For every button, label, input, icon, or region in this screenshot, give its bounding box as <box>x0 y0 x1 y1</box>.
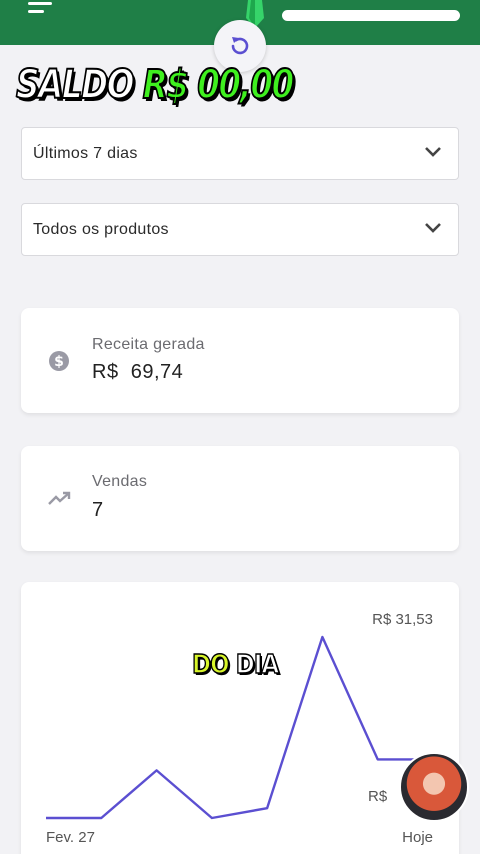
creator-avatar <box>399 752 469 822</box>
baseline-value-label: R$ <box>368 788 388 805</box>
sales-value: 7 <box>92 499 104 521</box>
menu-icon[interactable] <box>28 0 54 18</box>
refresh-icon <box>231 37 249 55</box>
svg-text:$: $ <box>54 354 64 370</box>
caption-part-1: DO <box>191 649 230 681</box>
trending-up-icon <box>48 491 71 505</box>
revenue-label: Receita gerada <box>92 336 205 353</box>
x-axis-start-label: Fev. 27 <box>46 829 95 846</box>
balance-overlay: SALDO R$ 00,00 <box>15 61 295 112</box>
revenue-line-chart: R$ 31,53 R$ Fev. 27 Hoje <box>46 611 433 846</box>
revenue-card: $ Receita gerada R$ 69,74 <box>21 308 459 413</box>
revenue-currency: R$ <box>92 361 119 383</box>
balance-label: SALDO <box>15 61 135 109</box>
product-select-value: Todos os produtos <box>33 220 169 238</box>
day-caption-overlay: DO DIA <box>191 649 280 681</box>
peak-value-label: R$ 31,53 <box>372 611 433 628</box>
header-title-placeholder <box>282 10 460 21</box>
chevron-down-icon <box>425 223 441 233</box>
chevron-down-icon <box>425 147 441 157</box>
revenue-chart-card: R$ 31,53 R$ Fev. 27 Hoje <box>21 582 459 854</box>
period-select-value: Últimos 7 dias <box>33 144 138 162</box>
product-select[interactable]: Todos os produtos <box>21 203 459 256</box>
revenue-amount: 69,74 <box>130 361 184 383</box>
sales-card: Vendas 7 <box>21 446 459 551</box>
period-select[interactable]: Últimos 7 dias <box>21 127 459 180</box>
caption-part-2: DIA <box>235 649 280 681</box>
dollar-icon: $ <box>49 351 69 371</box>
balance-value: R$ 00,00 <box>142 61 295 109</box>
sales-label: Vendas <box>92 473 148 490</box>
revenue-value: R$ 69,74 <box>92 361 183 384</box>
x-axis-end-label: Hoje <box>402 829 433 846</box>
